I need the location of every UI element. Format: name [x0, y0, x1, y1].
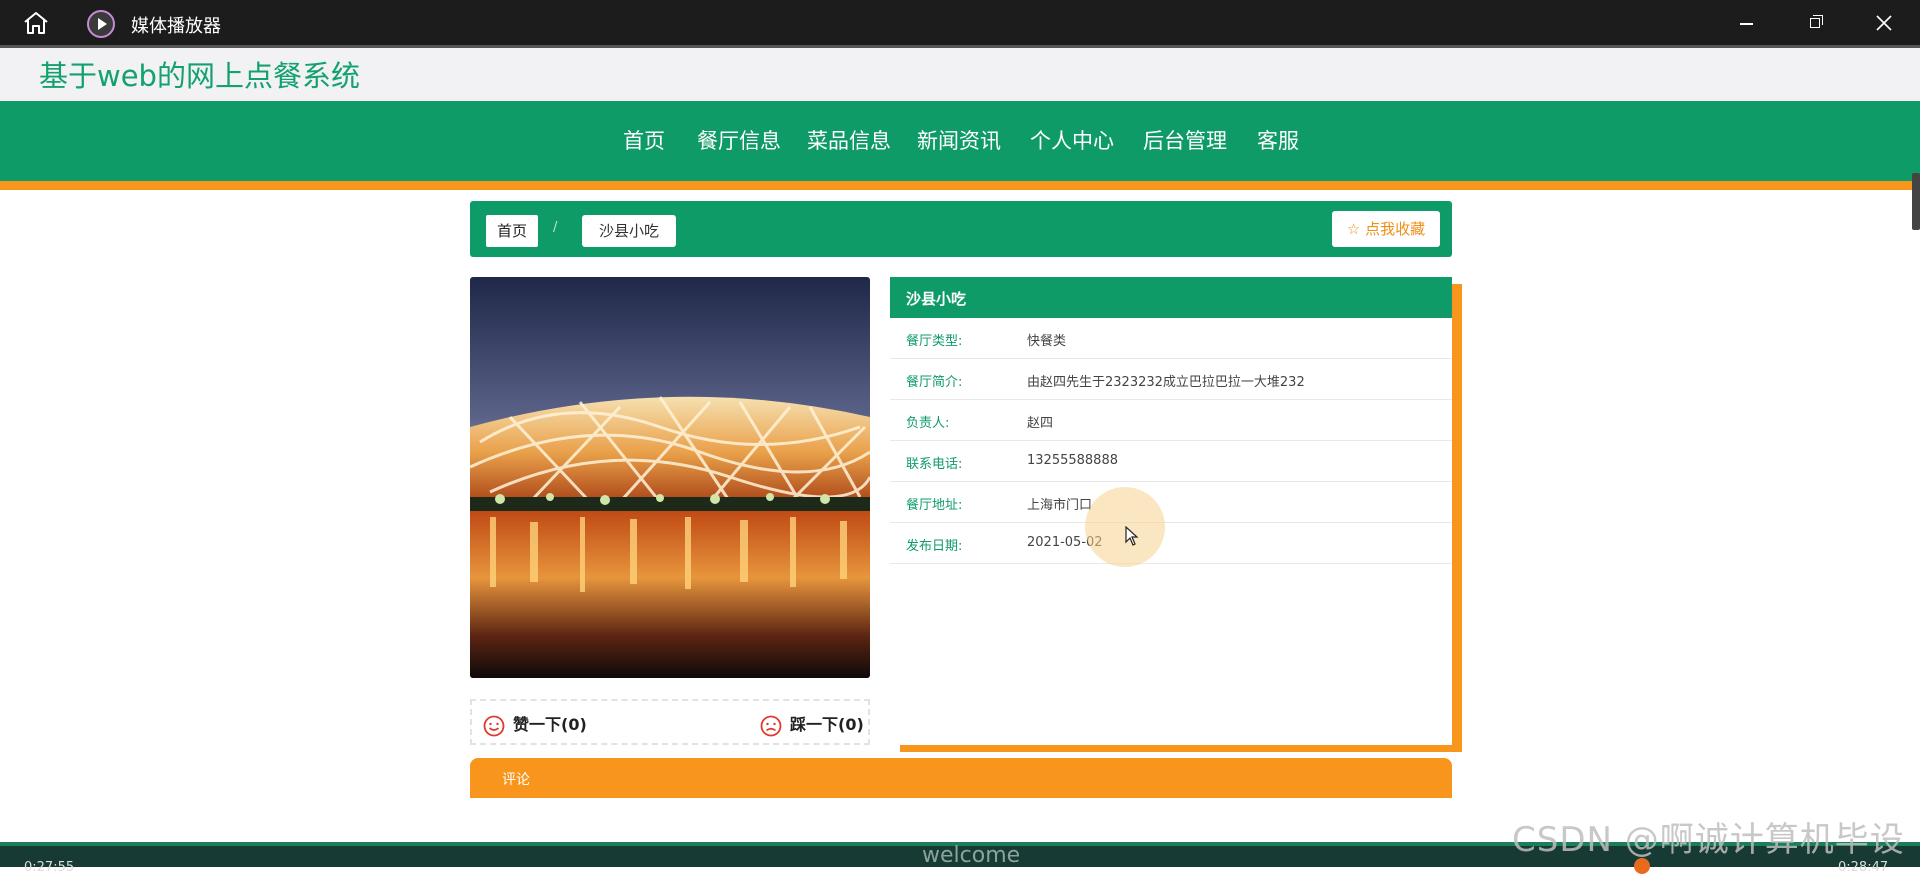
restaurant-photo — [470, 277, 870, 678]
frown-icon — [760, 715, 782, 736]
restaurant-name-header: 沙县小吃 — [890, 277, 1452, 318]
mouse-cursor-icon — [1125, 526, 1139, 546]
info-label: 餐厅地址: — [906, 498, 963, 513]
info-row-intro: 餐厅简介: 由赵四先生于2323232成立巴拉巴拉一大堆232 — [890, 359, 1452, 400]
comment-title: 评论 — [502, 772, 530, 788]
media-player-titlebar: 媒体播放器 — [0, 0, 1920, 45]
minimize-button[interactable] — [1726, 8, 1766, 38]
nav-item-news[interactable]: 新闻资讯 — [917, 125, 1001, 155]
breadcrumb-current[interactable]: 沙县小吃 — [582, 215, 676, 247]
nav-item-dishes[interactable]: 菜品信息 — [807, 125, 891, 155]
like-button[interactable]: 赞一下(0) — [483, 711, 587, 737]
nav-item-restaurants[interactable]: 餐厅信息 — [697, 125, 781, 155]
nav-item-admin[interactable]: 后台管理 — [1143, 125, 1227, 155]
restaurant-info-panel: 沙县小吃 餐厅类型: 快餐类 餐厅简介: 由赵四先生于2323232成立巴拉巴拉… — [890, 277, 1452, 745]
info-row-phone: 联系电话: 13255588888 — [890, 441, 1452, 482]
nav-item-customer-service[interactable]: 客服 — [1257, 125, 1299, 155]
total-time: 0:28:47 — [1838, 860, 1889, 875]
csdn-watermark: CSDN @啊诚计算机毕设 — [1512, 820, 1905, 860]
info-label: 负责人: — [906, 416, 950, 431]
window-title: 媒体播放器 — [131, 16, 221, 37]
info-row-manager: 负责人: 赵四 — [890, 400, 1452, 441]
info-value: 13255588888 — [1027, 453, 1118, 468]
close-button[interactable] — [1864, 8, 1904, 38]
info-value: 快餐类 — [1027, 334, 1067, 349]
info-value: 由赵四先生于2323232成立巴拉巴拉一大堆232 — [1027, 375, 1305, 390]
info-row-type: 餐厅类型: 快餐类 — [890, 318, 1452, 359]
info-label: 餐厅类型: — [906, 334, 963, 349]
stadium-night-image — [470, 277, 870, 678]
breadcrumb-home[interactable]: 首页 — [486, 215, 538, 247]
elapsed-time: 0:27:55 — [24, 860, 75, 875]
page-footer-welcome: welcome — [922, 843, 1021, 868]
home-icon[interactable] — [22, 10, 50, 36]
info-value: 上海市门口 — [1027, 498, 1093, 513]
nav-item-home[interactable]: 首页 — [623, 125, 665, 155]
site-title: 基于web的网上点餐系统 — [39, 59, 360, 93]
info-label: 餐厅简介: — [906, 375, 963, 390]
info-value: 赵四 — [1027, 416, 1054, 431]
breadcrumb: 首页 / 沙县小吃 ☆ 点我收藏 — [470, 201, 1452, 257]
nav-accent-stripe — [0, 181, 1920, 190]
smile-icon — [483, 715, 505, 736]
vote-panel: 赞一下(0) 踩一下(0) — [470, 699, 870, 745]
scrollbar-thumb[interactable] — [1912, 173, 1920, 230]
info-label: 联系电话: — [906, 457, 963, 472]
info-row-address: 餐厅地址: 上海市门口 — [890, 482, 1452, 523]
main-nav: 首页 餐厅信息 菜品信息 新闻资讯 个人中心 后台管理 客服 — [0, 101, 1920, 181]
restore-button[interactable] — [1796, 8, 1836, 38]
like-label: 赞一下(0) — [513, 715, 587, 734]
close-icon — [1876, 15, 1892, 31]
breadcrumb-separator: / — [553, 220, 558, 235]
nav-item-personal-center[interactable]: 个人中心 — [1030, 125, 1114, 155]
favorite-button[interactable]: ☆ 点我收藏 — [1332, 211, 1440, 247]
dislike-label: 踩一下(0) — [790, 715, 864, 734]
dislike-button[interactable]: 踩一下(0) — [760, 711, 864, 737]
info-row-date: 发布日期: 2021-05-02 — [890, 523, 1452, 564]
restaurant-name: 沙县小吃 — [906, 290, 967, 308]
info-label: 发布日期: — [906, 539, 963, 554]
media-player-app-icon — [87, 10, 115, 38]
comment-section-header: 评论 — [470, 758, 1452, 798]
